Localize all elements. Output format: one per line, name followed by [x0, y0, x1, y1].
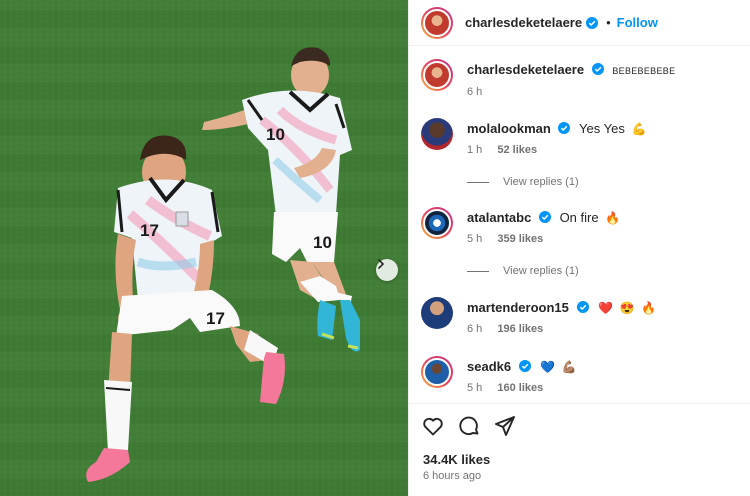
caption-username[interactable]: charlesdeketelaere	[467, 62, 584, 77]
caption: charlesdeketelaere BEBEBEBEBE 6 h	[421, 59, 741, 99]
comment-item: molalookman Yes Yes 💪 1 h 52 likes	[421, 118, 741, 158]
comment-time: 5 h	[467, 382, 483, 394]
view-replies-label: View replies (1)	[503, 176, 579, 188]
post-header: charlesdeketelaere • Follow	[409, 0, 750, 46]
comment-time: 5 h	[467, 233, 483, 245]
caption-text: BEBEBEBEBE	[612, 66, 676, 76]
comment-likes[interactable]: 359 likes	[497, 233, 543, 245]
commenter-username[interactable]: seadk6	[467, 359, 511, 374]
comment-text: On fire	[559, 210, 599, 225]
verified-badge-icon	[558, 122, 571, 134]
comment-text: Yes Yes	[579, 121, 625, 136]
header-separator: •	[606, 15, 611, 30]
comment-icon[interactable]	[457, 414, 481, 438]
post-photo: 10 10 17 17	[0, 0, 408, 496]
comment-item: atalantabc On fire 🔥 5 h 359 likes	[421, 207, 741, 247]
jersey-number-seventeen: 17	[140, 221, 159, 240]
shorts-number-ten: 10	[313, 233, 332, 252]
comment-item: martenderoon15 ❤️ 😍 🔥 6 h 196 likes	[421, 297, 741, 337]
post-actions: 34.4K likes 6 hours ago	[409, 403, 750, 496]
chevron-right-icon	[378, 259, 384, 269]
caption-avatar[interactable]	[421, 59, 453, 91]
post-likes-count[interactable]: 34.4K likes	[423, 452, 490, 467]
caption-time: 6 h	[467, 86, 483, 98]
red-heart-emoji: ❤️	[598, 301, 614, 315]
comment-likes[interactable]: 196 likes	[497, 323, 543, 335]
commenter-avatar[interactable]	[421, 356, 453, 388]
commenter-username[interactable]: molalookman	[467, 121, 551, 136]
verified-badge-icon	[538, 211, 551, 223]
commenter-avatar[interactable]	[421, 207, 453, 239]
commenter-avatar[interactable]	[421, 118, 453, 150]
verified-badge-icon	[518, 360, 531, 372]
comment-time: 1 h	[467, 144, 483, 156]
next-photo-button[interactable]	[376, 259, 398, 281]
heart-icon[interactable]	[421, 414, 445, 438]
view-replies-label: View replies (1)	[503, 265, 579, 277]
replies-divider	[467, 270, 489, 272]
shorts-number-seventeen: 17	[206, 309, 225, 328]
comment-item: seadk6 💙 💪🏽 5 h 160 likes	[421, 356, 741, 396]
verified-badge-icon	[591, 63, 604, 75]
share-icon[interactable]	[493, 414, 517, 438]
replies-divider	[467, 181, 489, 183]
blue-heart-emoji: 💙	[540, 360, 556, 374]
fire-emoji: 🔥	[641, 301, 657, 315]
view-replies-button[interactable]: View replies (1)	[467, 176, 579, 188]
comment-time: 6 h	[467, 323, 483, 335]
heart-eyes-emoji: 😍	[619, 301, 635, 315]
commenter-avatar[interactable]	[421, 297, 453, 329]
view-replies-button[interactable]: View replies (1)	[467, 265, 579, 277]
fire-emoji: 🔥	[605, 211, 621, 225]
player-illustration: 10 10 17 17	[0, 0, 408, 496]
post-time: 6 hours ago	[423, 470, 482, 482]
follow-button[interactable]: Follow	[617, 15, 658, 30]
commenter-username[interactable]: atalantabc	[467, 210, 531, 225]
author-username[interactable]: charlesdeketelaere	[465, 15, 582, 30]
comment-likes[interactable]: 160 likes	[497, 382, 543, 394]
post-sidebar: charlesdeketelaere • Follow charlesdeket…	[408, 0, 750, 496]
flexed-biceps-emoji: 💪	[631, 122, 647, 136]
jersey-number-ten: 10	[266, 125, 285, 144]
verified-badge-icon	[586, 16, 599, 29]
verified-badge-icon	[576, 301, 589, 313]
author-avatar[interactable]	[421, 6, 453, 39]
flexed-biceps-emoji: 💪🏽	[561, 360, 577, 374]
comment-likes[interactable]: 52 likes	[497, 144, 537, 156]
commenter-username[interactable]: martenderoon15	[467, 300, 569, 315]
